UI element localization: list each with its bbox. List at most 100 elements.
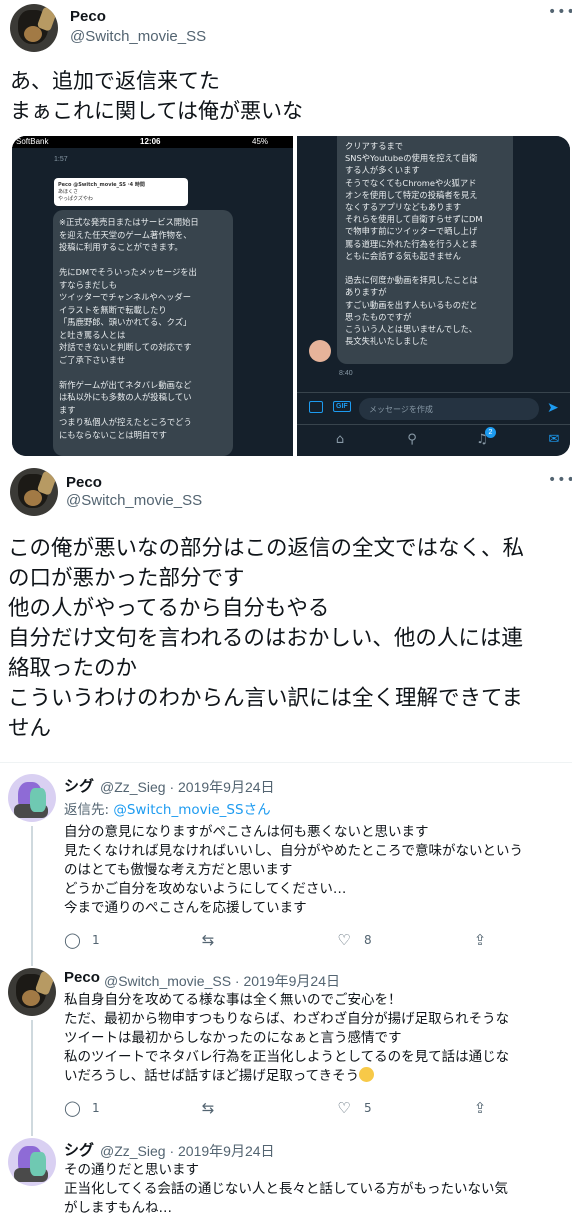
avatar[interactable] — [8, 1138, 56, 1186]
dm-line: 投稿に利用することができます。 — [59, 242, 183, 252]
tweet-actions: ◯ 1 ⇆ ♡ 8 ⇪ — [64, 930, 504, 950]
share-icon[interactable]: ⇪ — [472, 931, 488, 949]
reply-line: 見たくなければ見なければいいし、自分がやめたところで意味がないという — [64, 843, 523, 859]
messages-icon[interactable]: ✉ — [547, 433, 561, 447]
share-action[interactable]: ⇪ — [472, 930, 488, 950]
dm-line: すごい動画を出す人もいるものだと — [345, 299, 478, 310]
dm-line: オンを使用して特定の投稿者を見え — [345, 189, 478, 200]
heart-icon[interactable]: ♡ — [336, 1099, 352, 1117]
dm-line: 思ったものですが — [345, 311, 412, 322]
dm-line: する人が多くいます — [345, 165, 420, 176]
dm-message-bubble: ※正式な発売日またはサービス開始日 を迎えた任天堂のゲーム著作物を、 投稿に利用… — [53, 210, 233, 456]
dm-line — [59, 366, 227, 379]
quoted-author: Peco @Switch_movie_SS ·4 時間 — [58, 182, 145, 188]
quoted-tweet-card[interactable]: Peco @Switch_movie_SS ·4 時間 あほくさ やっぱクズやわ — [54, 178, 188, 206]
dm-screenshot-right[interactable]: クリアするまで SNSやYoutubeの使用を控えて自衛 する人が多くいます そ… — [297, 136, 570, 456]
home-icon[interactable]: ⌂ — [333, 433, 347, 447]
reply-icon[interactable]: ◯ — [64, 1099, 81, 1117]
share-icon[interactable]: ⇪ — [472, 1099, 488, 1117]
share-action[interactable]: ⇪ — [472, 1098, 488, 1118]
dm-compose-bar: GIF メッセージを作成 ➤ — [297, 392, 570, 424]
dm-line: 新作ゲームが出てネタバレ動画など — [59, 379, 192, 390]
avatar[interactable] — [8, 968, 56, 1016]
retweet-action[interactable]: ⇆ — [200, 930, 216, 950]
dm-screenshot-left[interactable]: SoftBank 12:06 45% 1:57 Peco @Switch_mov… — [12, 136, 293, 456]
dm-line: それらを使用して自衛すらせずにDM — [345, 214, 483, 225]
reply-text: その通りだと思います 正当化してくる会話の通じない人と長々と話している方がもった… — [64, 1161, 508, 1218]
divider — [0, 762, 572, 763]
tweet-text-line: こういうわけのわからん言い訳には全く理解できてま — [8, 686, 523, 711]
phone-status-bar: SoftBank 12:06 45% — [12, 136, 293, 148]
reply-line: 自分の意見になりますがぺこさんは何も悪くないと思います — [64, 824, 429, 840]
reply-action[interactable]: ◯ 1 — [64, 930, 100, 950]
message-time: 1:57 — [54, 156, 68, 163]
reply-icon[interactable]: ◯ — [64, 931, 81, 949]
avatar[interactable] — [10, 468, 58, 516]
more-icon[interactable]: ••• — [548, 473, 572, 487]
reply-count: 1 — [92, 933, 100, 947]
dm-line: クリアするまで — [345, 141, 404, 151]
tweet-media[interactable]: SoftBank 12:06 45% 1:57 Peco @Switch_mov… — [12, 136, 570, 456]
tweet-text-line: 自分だけ文句を言われるのはおかしい、他の人には連 — [8, 626, 523, 651]
avatar[interactable] — [10, 4, 58, 52]
tweet-text-line: まぁこれに関しては俺が悪いな — [10, 99, 303, 123]
author-name[interactable]: シグ — [64, 775, 94, 796]
dm-line: にもならないことは明白です — [59, 429, 167, 440]
reply-action[interactable]: ◯ 1 — [64, 1098, 100, 1118]
message-input[interactable]: メッセージを作成 — [359, 398, 539, 420]
tweet-text-line: の口が悪かった部分です — [8, 566, 245, 591]
dm-line: 対話できないと判断しての対応です — [59, 342, 192, 352]
reply-to-suffix: さん — [243, 802, 271, 818]
author-handle[interactable]: @Switch_movie_SS — [66, 492, 202, 509]
dm-line: ご了承下さいませ — [59, 354, 126, 365]
send-icon[interactable]: ➤ — [547, 400, 559, 416]
author-handle-date[interactable]: @Switch_movie_SS · 2019年9月24日 — [104, 971, 340, 991]
tweet-2-header: Peco @Switch_movie_SS ••• — [0, 466, 572, 526]
tweet-text-line: せん — [8, 716, 52, 741]
sender-avatar[interactable] — [309, 340, 331, 362]
retweet-icon[interactable]: ⇆ — [200, 931, 216, 949]
heart-icon[interactable]: ♡ — [336, 931, 352, 949]
search-icon[interactable]: ⚲ — [405, 433, 419, 447]
dm-line: 先にDMでそういったメッセージを出 — [59, 267, 197, 277]
more-icon[interactable]: ••• — [548, 5, 572, 19]
reply-to-mention[interactable]: @Switch_movie_SS — [113, 802, 243, 818]
dm-line: と吐き罵る人とは — [59, 329, 126, 340]
dm-line: SNSやYoutubeの使用を控えて自衛 — [345, 153, 478, 164]
like-action[interactable]: ♡ 5 — [336, 1098, 371, 1118]
dm-line: こういう人とは思いませんでした、 — [345, 324, 478, 335]
author-name[interactable]: Peco — [70, 8, 106, 25]
author-handle-date[interactable]: @Zz_Sieg · 2019年9月24日 — [100, 1141, 275, 1161]
author-handle-date[interactable]: @Zz_Sieg · 2019年9月24日 — [100, 777, 275, 797]
reply-line: のはとても傲慢な考え方だと思います — [64, 862, 293, 878]
author-handle[interactable]: @Switch_movie_SS — [70, 28, 206, 45]
avatar[interactable] — [8, 774, 56, 822]
gif-icon[interactable]: GIF — [333, 401, 351, 412]
reply-line: その通りだと思います — [64, 1162, 199, 1178]
retweet-icon[interactable]: ⇆ — [200, 1099, 216, 1117]
notification-badge: 2 — [485, 427, 496, 438]
reply-line: いだろうし、話せば話すほど揚げ足取ってきそう — [64, 1068, 360, 1084]
reply-line: ツイートは最初からしなかったのになぁと言う感情です — [64, 1030, 402, 1046]
image-icon[interactable] — [309, 401, 323, 413]
retweet-action[interactable]: ⇆ — [200, 1098, 216, 1118]
message-time: 8:40 — [339, 370, 353, 377]
author-name[interactable]: Peco — [66, 474, 102, 491]
dm-line: 長文失礼いたしました — [345, 336, 428, 347]
reply-line: 正当化してくる会話の通じない人と長々と話している方がもったいない気 — [64, 1181, 509, 1197]
dm-line: 「馬鹿野郎、頭いかれてる、クズ」 — [59, 317, 192, 327]
tweet-2-text: この俺が悪いなの部分はこの返信の全文ではなく、私 の口が悪かった部分です 他の人… — [8, 534, 524, 744]
reply-to-label: 返信先: — [64, 802, 114, 818]
tweet-text-line: あ、追加で返信来てた — [10, 69, 220, 93]
author-name[interactable]: シグ — [64, 1139, 94, 1160]
thread-line — [31, 826, 33, 966]
tweet-actions: ◯ 1 ⇆ ♡ 5 ⇪ — [64, 1098, 504, 1118]
author-name[interactable]: Peco — [64, 969, 100, 986]
dm-line: ツイッターでチャンネルやヘッダー — [59, 292, 192, 302]
reply-text: 自分の意見になりますがぺこさんは何も悪くないと思います 見たくなければ見なければ… — [64, 823, 523, 918]
reply-text: 私自身自分を攻めてる様な事は全く無いのでご安心を！ ただ、最初から物申すつもりな… — [64, 991, 509, 1086]
like-action[interactable]: ♡ 8 — [336, 930, 371, 950]
dm-line: は私以外にも多数の人が投稿してい — [59, 392, 192, 402]
thread-line — [31, 1020, 33, 1136]
dm-line: ともに会話する気も起きません — [345, 250, 461, 261]
